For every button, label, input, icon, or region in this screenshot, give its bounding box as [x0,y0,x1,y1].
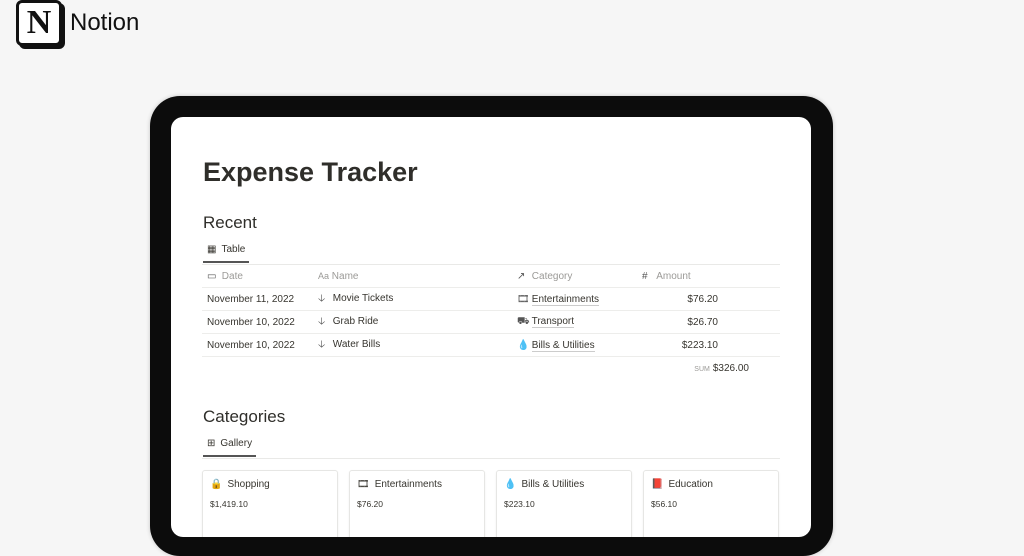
drop-icon: 💧 [504,479,517,490]
amount-cell: $76.20 [687,293,718,305]
column-amount[interactable]: # Amount [642,271,691,282]
arrow-down-icon: 🡣 [318,292,326,304]
tab-gallery[interactable]: ⊞ Gallery [203,438,257,457]
drop-icon: 💧 [517,339,530,351]
bag-icon: 🔒 [210,479,223,490]
date-cell: November 10, 2022 [207,316,295,328]
date-cell: November 11, 2022 [207,293,295,305]
notion-logo: N Notion [16,0,139,46]
categories-heading: Categories [203,407,286,426]
text-icon: Aa [318,270,330,281]
name-cell[interactable]: 🡣 Grab Ride [318,314,378,331]
divider [202,458,780,459]
tab-label: Gallery [220,438,253,449]
category-cell[interactable]: ⛟ Transport [517,315,575,329]
page-title: Expense Tracker [203,157,418,187]
calendar-icon: ▭ [207,270,217,282]
table-header: ▭ Date Aa Name ↗ Category # Amount [202,265,780,288]
bus-icon: ⛟ [517,315,530,327]
name-cell[interactable]: 🡣 Water Bills [318,337,380,354]
film-icon: 🎞 [357,479,370,490]
table-row[interactable]: November 10, 2022 🡣 Water Bills 💧 Bills … [202,334,780,357]
date-cell: November 10, 2022 [207,339,295,351]
brand-name: Notion [70,9,140,36]
amount-cell: $26.70 [687,316,718,328]
tab-table[interactable]: ▦ Table [203,244,250,263]
relation-arrow-icon: ↗ [517,270,526,282]
film-icon: 🎞 [517,293,530,305]
gallery-card[interactable]: 📕 Education $56.10 [643,470,779,537]
gallery-card[interactable]: 🔒 Shopping $1,419.10 [202,470,338,537]
notion-logo-icon: N [16,0,62,46]
book-icon: 📕 [651,479,664,490]
column-date[interactable]: ▭ Date [207,271,243,282]
gallery-card[interactable]: 💧 Bills & Utilities $223.10 [496,470,632,537]
gallery-card[interactable]: 🎞 Entertainments $76.20 [349,470,485,537]
category-cell[interactable]: 🎞 Entertainments [517,293,600,306]
notion-page: Expense Tracker Recent ▦ Table ▭ Date Aa … [171,117,811,537]
column-name[interactable]: Aa Name [318,271,358,282]
recent-heading: Recent [203,213,257,232]
column-category[interactable]: ↗ Category [517,271,572,282]
table-icon: ▦ [207,244,217,255]
tab-label: Table [221,244,246,255]
name-cell[interactable]: 🡣 Movie Tickets [318,291,393,308]
category-cell[interactable]: 💧 Bills & Utilities [517,339,595,352]
amount-cell: $223.10 [681,339,718,351]
arrow-down-icon: 🡣 [318,338,326,350]
table-row[interactable]: November 10, 2022 🡣 Grab Ride ⛟ Transpor… [202,311,780,334]
arrow-down-icon: 🡣 [318,315,326,327]
gallery-icon: ⊞ [207,438,216,449]
number-icon: # [642,270,648,282]
sum-total: SUM $326.00 [694,363,749,374]
table-row[interactable]: November 11, 2022 🡣 Movie Tickets 🎞 Ente… [202,288,780,311]
